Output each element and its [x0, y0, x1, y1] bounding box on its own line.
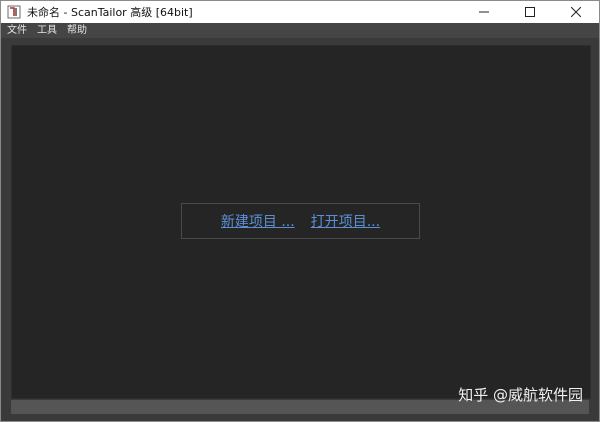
maximize-icon	[525, 7, 535, 17]
menu-help[interactable]: 帮助	[63, 23, 91, 38]
start-links-box: 新建项目 ... 打开项目...	[181, 203, 420, 239]
close-button[interactable]	[553, 1, 599, 23]
maximize-button[interactable]	[507, 1, 553, 23]
menu-bar: 文件 工具 帮助	[1, 23, 599, 38]
close-icon	[571, 7, 581, 17]
start-panel: 新建项目 ... 打开项目...	[11, 45, 591, 399]
menu-file[interactable]: 文件	[3, 23, 31, 38]
minimize-button[interactable]	[461, 1, 507, 23]
menu-tools[interactable]: 工具	[33, 23, 61, 38]
caption-buttons	[461, 1, 599, 23]
open-project-link[interactable]: 打开项目...	[311, 211, 380, 231]
new-project-link[interactable]: 新建项目 ...	[221, 211, 295, 231]
title-bar[interactable]: 未命名 - ScanTailor 高级 [64bit]	[1, 1, 599, 23]
minimize-icon	[479, 11, 489, 13]
main-frame: 新建项目 ... 打开项目... 知乎 @威航软件园	[1, 38, 599, 421]
app-window: 未命名 - ScanTailor 高级 [64bit] 文件 工具 帮助 新建项…	[0, 0, 600, 422]
watermark: 知乎 @威航软件园	[458, 386, 583, 404]
scantailor-app-icon[interactable]	[7, 5, 21, 19]
window-title: 未命名 - ScanTailor 高级 [64bit]	[27, 6, 193, 19]
